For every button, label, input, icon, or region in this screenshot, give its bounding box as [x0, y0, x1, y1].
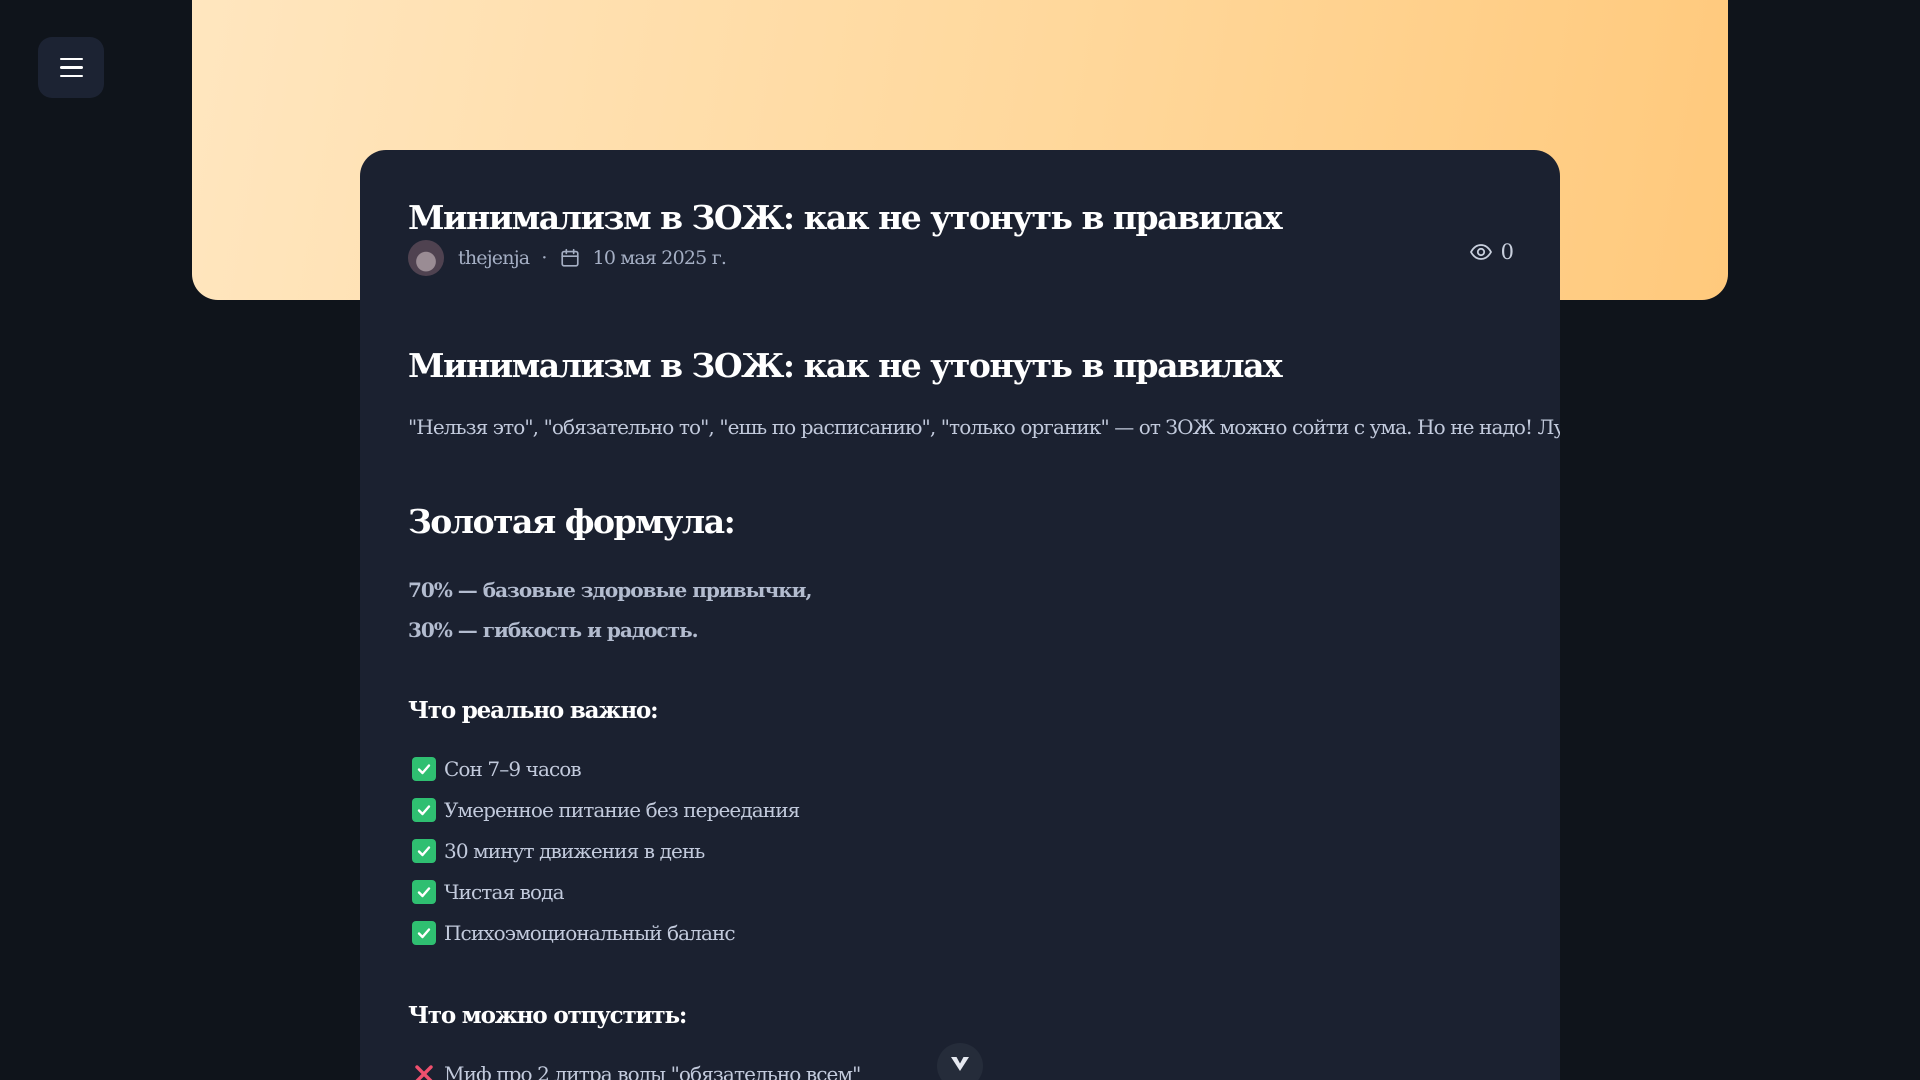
hamburger-menu-icon — [59, 57, 83, 61]
list-item: Сон 7–9 часов — [408, 748, 1512, 789]
list-item-text: Миф про 2 литра воды "обязательно всем" — [444, 1061, 861, 1080]
list-item: Психоэмоциональный баланс — [408, 912, 1512, 953]
post-content: Минимализм в ЗОЖ: как не утонуть в прави… — [408, 344, 1560, 1080]
important-heading: Что реально важно: — [408, 697, 659, 724]
list-item: Умеренное питание без переедания — [408, 789, 1512, 830]
views-count: 0 — [1500, 240, 1514, 264]
check-mark-icon — [412, 756, 436, 781]
author-name[interactable]: thejenja — [458, 247, 530, 269]
list-item-text: Чистая вода — [444, 879, 564, 904]
formula-line: 70% — базовые здоровые привычки, — [408, 578, 812, 602]
post-card: Минимализм в ЗОЖ: как не утонуть в прави… — [360, 150, 1560, 1080]
post-meta: thejenja · 10 мая 2025 г. — [408, 240, 1512, 276]
list-item: 30 минут движения в день — [408, 830, 1512, 871]
cross-mark-icon — [412, 1062, 436, 1080]
calendar-icon — [560, 248, 579, 267]
views-counter: 0 — [1469, 240, 1514, 264]
post-title: Минимализм в ЗОЖ: как не утонуть в прави… — [408, 198, 1283, 237]
author-avatar[interactable] — [408, 240, 444, 276]
list-item-text: Умеренное питание без переедания — [444, 797, 800, 822]
hamburger-menu-icon-line — [59, 74, 83, 78]
formula-block: 70% — базовые здоровые привычки, 30% — г… — [408, 570, 1512, 650]
formula-heading: Золотая формула: — [408, 502, 736, 541]
check-mark-icon — [412, 879, 436, 904]
chevron-down-icon — [951, 1057, 969, 1071]
content-heading: Минимализм в ЗОЖ: как не утонуть в прави… — [408, 346, 1283, 385]
hamburger-menu-icon-line — [59, 66, 83, 69]
page: Минимализм в ЗОЖ: как не утонуть в прави… — [0, 0, 1920, 1080]
list-item-text: 30 минут движения в день — [444, 838, 705, 863]
menu-button[interactable] — [38, 37, 104, 98]
post-date: 10 мая 2025 г. — [592, 247, 727, 269]
list-item-text: Сон 7–9 часов — [444, 756, 582, 781]
check-mark-icon — [412, 920, 436, 945]
list-item: Чистая вода — [408, 871, 1512, 912]
skip-heading: Что можно отпустить: — [408, 1002, 687, 1029]
check-mark-icon — [412, 838, 436, 863]
eye-icon — [1469, 244, 1492, 260]
formula-line: 30% — гибкость и радость. — [408, 618, 699, 642]
check-mark-icon — [412, 797, 436, 822]
list-item-text: Психоэмоциональный баланс — [444, 920, 736, 945]
intro-paragraph: "Нельзя это", "обязательно то", "ешь по … — [408, 415, 1560, 439]
meta-separator: · — [541, 247, 547, 269]
important-list: Сон 7–9 часов Умеренное питание без пере… — [408, 748, 1512, 953]
